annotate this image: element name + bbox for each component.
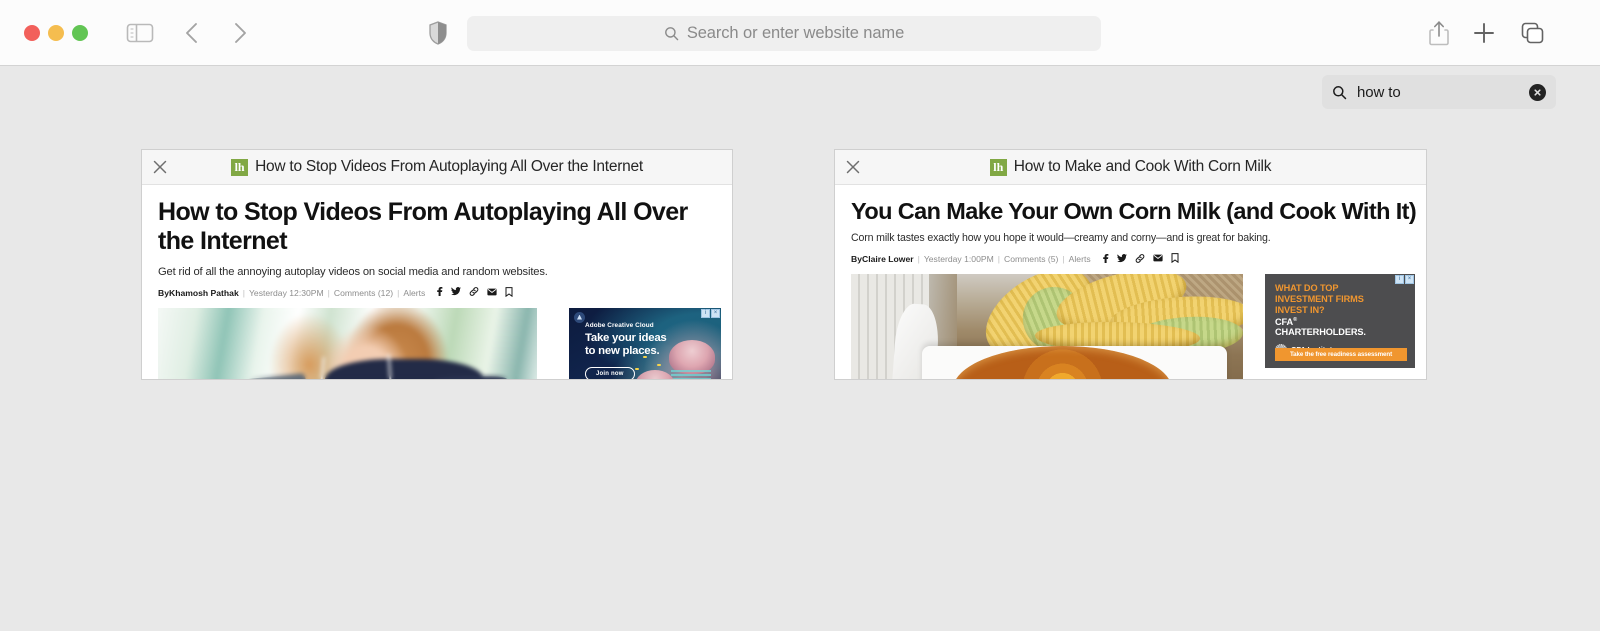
advertisement-adobe[interactable]: i × Adobe Creative Cloud Take your ideas…: [569, 307, 721, 379]
sidebar-toggle-icon[interactable]: [126, 21, 154, 45]
article-byline: By Khamosh Pathak | Yesterday 12:30PM | …: [158, 286, 716, 299]
privacy-shield-icon[interactable]: [427, 20, 449, 46]
card-header: lh How to Make and Cook With Corn Milk: [835, 150, 1426, 185]
search-result-card[interactable]: lh How to Stop Videos From Autoplaying A…: [141, 149, 733, 380]
byline-author[interactable]: Claire Lower: [862, 254, 914, 264]
ad-close-icon[interactable]: ×: [711, 308, 720, 318]
email-icon[interactable]: [1153, 254, 1163, 264]
card-body: How to Stop Videos From Autoplaying All …: [142, 185, 732, 379]
forward-button[interactable]: [226, 20, 252, 46]
link-icon[interactable]: [1135, 254, 1145, 265]
lifehacker-logo-icon: lh: [231, 158, 249, 176]
twitter-icon[interactable]: [451, 287, 462, 298]
byline-social-links: [436, 286, 513, 299]
share-icon[interactable]: [1427, 19, 1451, 47]
article-byline: By Claire Lower | Yesterday 1:00PM | Com…: [851, 253, 1410, 265]
adchoices-icon[interactable]: i: [701, 308, 710, 318]
address-bar[interactable]: Search or enter website name: [467, 16, 1101, 51]
close-icon[interactable]: [844, 158, 862, 176]
byline-comments[interactable]: Comments (12): [334, 288, 393, 298]
ad-headline-line-2: INVESTMENT FIRMS: [1275, 294, 1364, 305]
lifehacker-logo-text: lh: [993, 160, 1004, 174]
article-hero-image: [851, 274, 1243, 379]
byline-timestamp: Yesterday 12:30PM: [248, 287, 324, 298]
search-icon: [664, 26, 679, 41]
article-media-row: i × Adobe Creative Cloud Take your ideas…: [158, 307, 721, 379]
ad-cta-button[interactable]: Join now: [585, 366, 635, 379]
lifehacker-logo-icon: lh: [989, 158, 1007, 176]
card-header: lh How to Stop Videos From Autoplaying A…: [142, 150, 732, 185]
ad-headline-line-2: to new places.: [585, 344, 660, 357]
bookmark-icon[interactable]: [1171, 253, 1179, 265]
ad-headline-line-3: INVEST IN?: [1275, 304, 1325, 315]
card-title-group: lh How to Make and Cook With Corn Milk: [989, 158, 1272, 176]
link-icon[interactable]: [469, 287, 479, 298]
email-icon[interactable]: [487, 288, 497, 298]
lifehacker-logo-text: lh: [234, 160, 245, 174]
card-body: You Can Make Your Own Corn Milk (and Coo…: [835, 185, 1426, 379]
article-dek: Corn milk tastes exactly how you hope it…: [851, 232, 1271, 245]
facebook-icon[interactable]: [436, 287, 443, 298]
ad-cta-button[interactable]: Take the free readiness assessment: [1275, 348, 1407, 362]
registered-mark: ®: [1293, 316, 1298, 323]
minimize-window-button[interactable]: [48, 25, 64, 41]
ad-subhead-line-2: CHARTERHOLDERS.: [1275, 327, 1366, 338]
byline-author-prefix: By: [851, 254, 862, 265]
adchoices-controls[interactable]: i ×: [1395, 275, 1414, 285]
twitter-icon[interactable]: [1116, 254, 1127, 265]
clear-search-icon[interactable]: [1529, 83, 1546, 101]
adobe-badge-icon: [574, 311, 585, 323]
back-button[interactable]: [180, 20, 206, 46]
new-tab-button[interactable]: [1472, 20, 1496, 46]
ad-brand-name: Adobe Creative Cloud: [585, 321, 654, 329]
maximize-window-button[interactable]: [72, 25, 88, 41]
bookmark-icon[interactable]: [505, 286, 513, 299]
advertisement-cfa[interactable]: i × WHAT DO TOP INVESTMENT FIRMS INVEST …: [1265, 274, 1415, 369]
byline-alerts[interactable]: Alerts: [1069, 254, 1091, 264]
article-dek: Get rid of all the annoying autoplay vid…: [158, 265, 548, 278]
address-bar-placeholder: Search or enter website name: [686, 24, 905, 42]
byline-alerts[interactable]: Alerts: [403, 288, 425, 298]
facebook-icon[interactable]: [1102, 253, 1109, 265]
byline-social-links: [1102, 253, 1179, 265]
adchoices-icon[interactable]: i: [1395, 275, 1404, 285]
card-title-group: lh How to Stop Videos From Autoplaying A…: [231, 158, 643, 176]
byline-author-prefix: By: [158, 287, 169, 298]
article-headline: How to Stop Videos From Autoplaying All …: [158, 198, 688, 256]
article-media-row: i × WHAT DO TOP INVESTMENT FIRMS INVEST …: [851, 274, 1415, 379]
tab-overview-button[interactable]: [1519, 20, 1547, 46]
adchoices-controls[interactable]: i ×: [701, 308, 720, 318]
find-input[interactable]: how to: [1357, 84, 1529, 101]
ad-headline-line-1: WHAT DO TOP: [1275, 283, 1339, 294]
browser-toolbar: Search or enter website name: [0, 0, 1600, 66]
card-header-title: How to Make and Cook With Corn Milk: [1013, 158, 1272, 175]
ad-headline-line-1: Take your ideas: [585, 331, 667, 344]
article-hero-image: [158, 307, 537, 379]
find-bar[interactable]: how to: [1322, 75, 1556, 109]
close-window-button[interactable]: [24, 25, 40, 41]
search-icon: [1332, 85, 1347, 100]
byline-author[interactable]: Khamosh Pathak: [169, 288, 239, 298]
card-header-title: How to Stop Videos From Autoplaying All …: [255, 158, 643, 175]
article-headline: You Can Make Your Own Corn Milk (and Coo…: [851, 198, 1417, 224]
ad-close-icon[interactable]: ×: [1405, 275, 1414, 285]
byline-comments[interactable]: Comments (5): [1004, 254, 1058, 264]
window-traffic-lights: [24, 25, 88, 41]
ad-subhead-line-1: CFA: [1275, 316, 1294, 327]
byline-timestamp: Yesterday 1:00PM: [923, 254, 994, 265]
search-result-card[interactable]: lh How to Make and Cook With Corn Milk Y…: [834, 149, 1427, 380]
close-icon[interactable]: [151, 158, 169, 176]
